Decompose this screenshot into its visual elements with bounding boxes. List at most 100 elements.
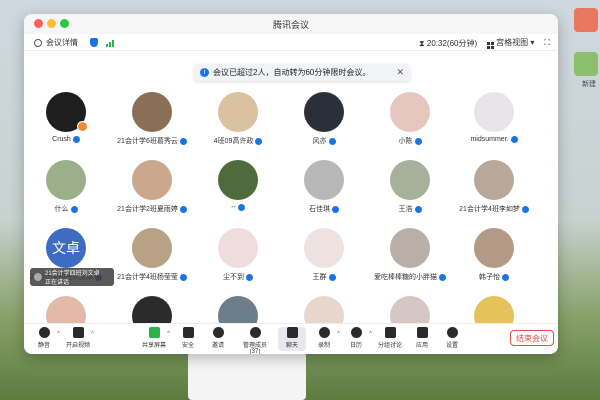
mic-muted-icon (414, 205, 422, 213)
avatar (390, 92, 430, 132)
manage-members-button[interactable]: 管理成员(37) (238, 327, 272, 354)
participant-name: 小陈 (398, 138, 413, 145)
timer: ⧗ 20:32(60分钟) (419, 38, 477, 49)
participant-tile[interactable]: 小陈 (366, 92, 454, 146)
participant-name-row: 21会计学6班葛秀云 (108, 136, 196, 146)
settings-label: 设置 (445, 343, 458, 349)
security-button[interactable]: 安全 (174, 327, 202, 349)
record-button[interactable]: 录制 ^ (310, 327, 340, 349)
chat-icon (286, 327, 298, 338)
mute-label: 静音 (37, 343, 50, 349)
participant-tile[interactable]: 王群 (280, 228, 368, 282)
participant-tile[interactable]: -- (194, 160, 282, 211)
participant-tile[interactable]: 石佳琪 (280, 160, 368, 214)
mic-muted-icon (179, 273, 187, 281)
participant-name-row: midsummer. (450, 136, 538, 143)
participant-name: 风亦 (312, 138, 327, 145)
apps-icon (416, 327, 428, 338)
participant-tile[interactable]: 什么 (24, 160, 110, 214)
desktop-folder-icon[interactable] (574, 8, 598, 32)
view-switcher[interactable]: 宫格视图 ▾ (487, 37, 534, 49)
title-bar: 腾讯会议 (24, 14, 558, 34)
participant-name: 21会计学2班夏雨婷 (117, 206, 178, 213)
meeting-toolbar: 静音 ^ 开启视频 ^ 共享屏幕 ^ 安全 邀请 管理成员(37) 聊天 录制 ^ 日历… (24, 323, 558, 354)
avatar (46, 160, 86, 200)
participant-tile[interactable]: 21会计学4班杨莹莹 (108, 228, 196, 282)
camera-icon (72, 327, 84, 338)
participant-name: Crush (52, 136, 71, 143)
avatar (304, 160, 344, 200)
desktop-folder-icon[interactable] (574, 52, 598, 76)
avatar (218, 92, 258, 132)
participant-tile[interactable]: 爱吃棒棒糖的小胖猫 (366, 228, 454, 282)
close-icon[interactable]: ✕ (396, 67, 404, 78)
share-label: 共享屏幕 (141, 343, 166, 349)
chat-button[interactable]: 聊天 (278, 327, 306, 351)
avatar (474, 228, 514, 268)
mic-muted-icon (502, 273, 509, 281)
participant-name: 韩子怡 (479, 274, 500, 281)
calendar-icon (350, 327, 362, 338)
participant-name: 石佳琪 (309, 206, 330, 213)
participant-tile[interactable]: Crush (24, 92, 110, 143)
participant-name: 21会计学4班李如梦 (459, 206, 520, 213)
calendar-button[interactable]: 日历 ^ (342, 327, 372, 349)
members-label: 管理成员(37) (242, 343, 267, 354)
mute-button[interactable]: 静音 ^ (30, 327, 60, 349)
add-user-icon (212, 327, 224, 338)
signal-icon[interactable] (106, 39, 114, 47)
speaker-name: 21会计学四班刘文卓 (45, 271, 100, 277)
gear-icon (446, 327, 458, 338)
participant-name: 爱吃棒棒糖的小胖猫 (374, 274, 437, 281)
participant-name-row: 21会计学2班夏雨婷 (108, 204, 196, 214)
speaker-tag[interactable]: 21会计学四班刘文卓 正在讲话 (30, 268, 114, 286)
participant-tile[interactable]: midsummer. (450, 92, 538, 143)
shield-icon[interactable] (90, 38, 98, 47)
participant-name-row: 石佳琪 (280, 204, 368, 214)
avatar: 文卓 (46, 228, 86, 268)
mic-muted-icon (328, 137, 336, 145)
participant-grid: Crush 21会计学6班葛秀云 4班09高许政 风亦 小陈 midsummer. 什么 21… (24, 92, 558, 336)
participant-tile[interactable]: 王浩 (366, 160, 454, 214)
speaker-text: 21会计学四班刘文卓 正在讲话 (45, 268, 100, 286)
mic-muted-icon (510, 136, 518, 143)
speaker-avatar (34, 273, 42, 281)
meeting-info-bar: 会议详情 ⧗ 20:32(60分钟) 宫格视图 ▾ ⛶ (24, 34, 558, 51)
avatar (46, 92, 88, 132)
participant-tile[interactable]: 4班09高许政 (194, 92, 282, 146)
participant-name: 王群 (312, 274, 327, 281)
participant-tile[interactable]: 21会计学6班葛秀云 (108, 92, 196, 146)
settings-button[interactable]: 设置 (438, 327, 466, 349)
apps-label: 应用 (415, 343, 428, 349)
background-window (188, 352, 306, 400)
participant-tile[interactable]: 韩子怡 (450, 228, 538, 282)
participant-tile[interactable]: 21会计学2班夏雨婷 (108, 160, 196, 214)
participant-tile[interactable]: 尘不到 (194, 228, 282, 282)
grid-view-icon (487, 42, 495, 49)
end-meeting-button[interactable]: 结束会议 (510, 330, 554, 346)
invite-button[interactable]: 邀请 (204, 327, 232, 349)
mic-muted-icon (246, 273, 253, 281)
participant-name: 4班09高许政 (213, 138, 254, 145)
avatar (218, 228, 258, 268)
participant-name-row: 什么 (24, 204, 110, 214)
mic-muted-icon (237, 204, 245, 211)
record-icon (318, 327, 330, 338)
meeting-details-button[interactable]: 会议详情 (46, 37, 78, 48)
participant-name: midsummer. (470, 136, 509, 143)
host-badge-icon (77, 121, 88, 132)
share-screen-icon (148, 327, 160, 338)
invite-label: 邀请 (211, 343, 224, 349)
avatar (218, 160, 258, 200)
mic-muted-icon (332, 205, 339, 213)
video-button[interactable]: 开启视频 ^ (64, 327, 94, 349)
share-screen-button[interactable]: 共享屏幕 ^ (140, 327, 170, 349)
fullscreen-icon[interactable]: ⛶ (544, 38, 550, 48)
participant-name-row: Crush (24, 136, 110, 143)
participant-tile[interactable]: 风亦 (280, 92, 368, 146)
apps-button[interactable]: 应用 (408, 327, 436, 349)
participant-tile[interactable]: 21会计学4班李如梦 (450, 160, 538, 214)
breakout-icon (384, 327, 396, 338)
breakout-button[interactable]: 分组讨论 (376, 327, 404, 349)
participant-name: 21会计学4班杨莹莹 (117, 274, 178, 281)
